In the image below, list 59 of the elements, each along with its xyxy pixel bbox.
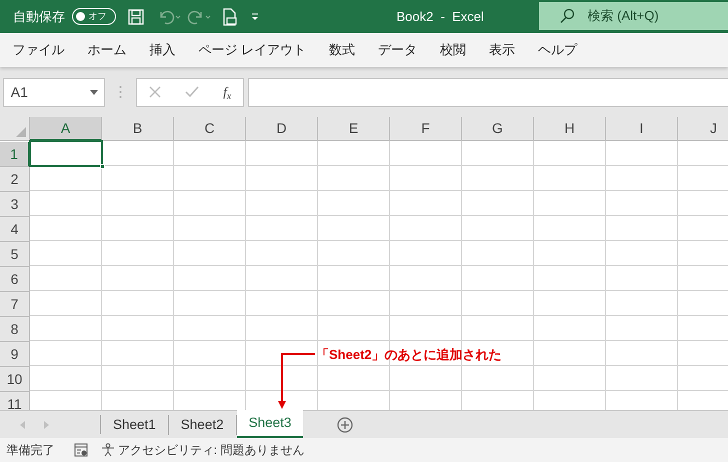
insert-function-button[interactable]: f$_{x}$ xyxy=(223,82,232,102)
ribbon-tab[interactable]: データ xyxy=(372,37,424,63)
row-header[interactable]: 9 xyxy=(0,342,30,367)
column-header[interactable]: H xyxy=(534,117,606,141)
search-field[interactable]: 検索 (Alt+Q) xyxy=(588,6,708,26)
row-header[interactable]: 10 xyxy=(0,367,30,392)
row-header[interactable]: 2 xyxy=(0,167,30,192)
customize-caret-icon[interactable] xyxy=(250,12,260,22)
column-header[interactable]: E xyxy=(318,117,390,141)
dropdown-caret-icon[interactable] xyxy=(90,90,98,94)
callout-text: 「Sheet2」のあとに追加された xyxy=(316,346,502,364)
column-header[interactable]: C xyxy=(174,117,246,141)
search-icon xyxy=(558,8,574,24)
ribbon-tab[interactable]: 校閲 xyxy=(434,37,473,63)
accessibility-icon[interactable] xyxy=(100,443,114,457)
macro-record-icon[interactable] xyxy=(74,443,88,457)
check-icon[interactable] xyxy=(185,86,200,98)
status-text: 準備完了 xyxy=(6,442,54,459)
column-header[interactable]: I xyxy=(606,117,678,141)
row-header[interactable]: 4 xyxy=(0,217,30,242)
row-header[interactable]: 11 xyxy=(0,392,30,410)
column-header[interactable]: J xyxy=(678,117,728,141)
select-all-icon[interactable] xyxy=(16,127,26,137)
name-box[interactable]: A1 xyxy=(3,78,106,106)
document-icon[interactable] xyxy=(222,8,238,26)
row-header[interactable]: 5 xyxy=(0,242,30,267)
column-header[interactable]: F xyxy=(390,117,462,141)
redo-icon[interactable] xyxy=(187,8,211,24)
sheet-tab[interactable]: Sheet1 xyxy=(101,414,169,434)
search-bar[interactable]: 検索 (Alt+Q) xyxy=(539,2,728,30)
ribbon-tab[interactable]: ホーム xyxy=(81,37,133,63)
window-title: Book2 - Excel xyxy=(396,8,484,26)
formula-input[interactable] xyxy=(248,78,728,106)
save-icon[interactable] xyxy=(128,8,144,24)
column-header[interactable]: G xyxy=(462,117,534,141)
drag-handle-icon[interactable] xyxy=(119,85,122,99)
accessibility-status[interactable]: アクセシビリティ: 問題ありません xyxy=(118,441,304,459)
ribbon-tab[interactable]: ページ レイアウト xyxy=(192,37,313,63)
row-header[interactable]: 6 xyxy=(0,267,30,292)
row-header[interactable]: 1 xyxy=(0,142,30,167)
ribbon-tab[interactable]: 挿入 xyxy=(143,37,182,63)
ribbon-tab[interactable]: 数式 xyxy=(322,37,362,63)
column-header[interactable]: A xyxy=(30,117,102,141)
row-header[interactable]: 8 xyxy=(0,317,30,342)
ribbon-tab[interactable]: ヘルプ xyxy=(532,37,584,63)
sheet-tab[interactable]: Sheet3 xyxy=(236,410,304,438)
column-header[interactable]: B xyxy=(102,117,174,141)
autosave-label: 自動保存 xyxy=(13,8,65,26)
cancel-icon[interactable] xyxy=(149,86,162,98)
ribbon-tab[interactable]: 表示 xyxy=(482,37,522,63)
cell-reference: A1 xyxy=(10,82,28,102)
scroll-right-icon[interactable] xyxy=(44,420,49,428)
ribbon-tab[interactable]: ファイル xyxy=(6,37,71,63)
add-sheet-icon[interactable] xyxy=(337,416,354,432)
row-header[interactable]: 7 xyxy=(0,292,30,317)
column-header[interactable]: D xyxy=(246,117,318,141)
scroll-left-icon[interactable] xyxy=(20,420,24,428)
row-header[interactable]: 3 xyxy=(0,192,30,217)
autosave-toggle[interactable]: オフ xyxy=(72,8,116,25)
